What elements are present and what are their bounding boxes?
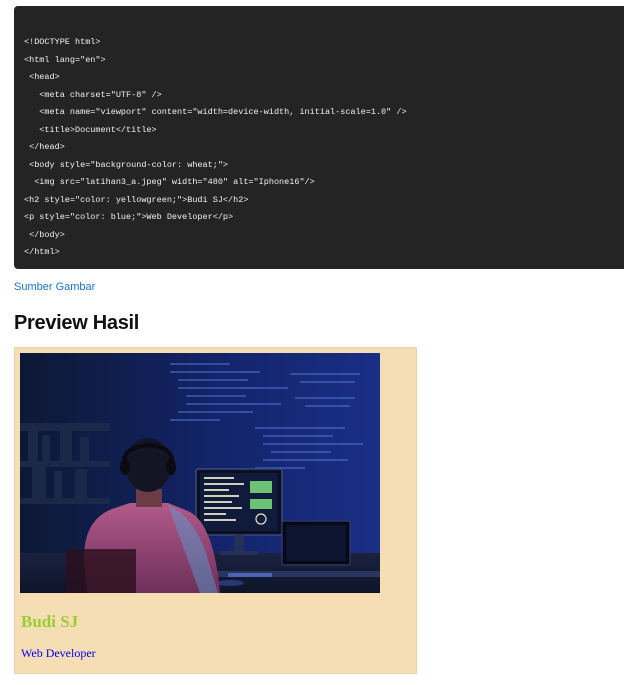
preview-name: Budi SJ — [21, 612, 79, 631]
code-line: <html lang="en"> — [24, 54, 106, 65]
preview-heading: Preview Hasil — [14, 312, 140, 334]
code-line: <meta charset="UTF-8" /> — [24, 89, 162, 100]
code-line: <img src="latihan3_a.jpeg" width="480" a… — [24, 177, 315, 187]
code-line: <p style="color: blue;">Web Developer</p… — [24, 212, 234, 222]
code-line: </html> — [24, 247, 60, 257]
code-line: </head> — [24, 142, 65, 152]
developer-photo — [20, 353, 380, 593]
code-block: <!DOCTYPE html> <html lang="en"> <head> … — [14, 6, 624, 269]
code-line: <head> — [24, 72, 60, 82]
code-line: <meta name="viewport" content="width=dev… — [24, 107, 407, 117]
code-line: <h2 style="color: yellowgreen;">Budi SJ<… — [24, 194, 249, 205]
preview-panel: Budi SJ Web Developer — [14, 347, 417, 674]
source-image-link[interactable]: Sumber Gambar — [14, 281, 95, 293]
preview-role: Web Developer — [21, 646, 96, 660]
code-line: <title>Document</title> — [24, 124, 157, 135]
code-line: <!DOCTYPE html> — [24, 37, 101, 47]
code-line: </body> — [24, 229, 65, 240]
code-line: <body style="background-color: wheat;"> — [24, 159, 229, 170]
